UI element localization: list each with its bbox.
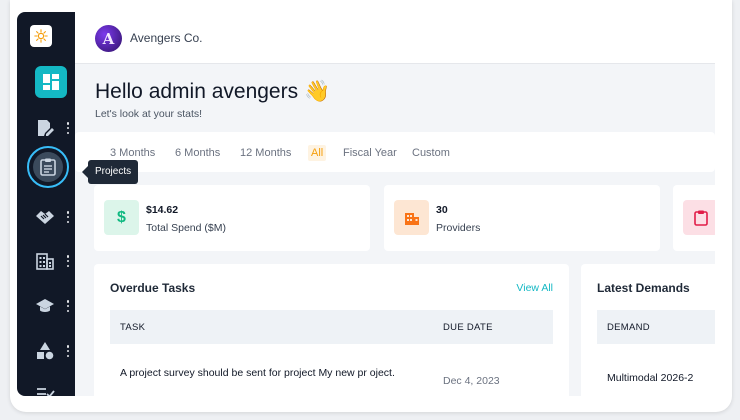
main-content: A Avengers Co. Hello admin avengers 👋 Le…	[75, 12, 715, 396]
sidebar-item-dashboard[interactable]	[35, 66, 67, 98]
sidebar-item-categories[interactable]	[17, 334, 75, 368]
shapes-icon	[37, 342, 54, 360]
more-icon[interactable]	[66, 122, 70, 134]
building-icon	[36, 253, 54, 270]
panel-title: Latest Demands	[597, 281, 690, 295]
latest-demands-panel: Latest Demands DEMAND Multimodal 2026-2	[581, 264, 715, 396]
view-all-link[interactable]: View All	[516, 282, 553, 294]
table-header: DEMAND	[597, 310, 715, 344]
due-date-cell: Dec 4, 2023	[443, 375, 500, 387]
filter-fiscal-year[interactable]: Fiscal Year	[343, 146, 397, 160]
company-avatar[interactable]: A	[95, 25, 122, 52]
app-logo[interactable]	[30, 25, 52, 47]
table-header: TASK DUE DATE	[110, 310, 553, 344]
projects-tooltip: Projects	[81, 160, 139, 184]
company-name: Avengers Co.	[130, 31, 203, 45]
demand-cell: Multimodal 2026-2	[607, 372, 694, 384]
filter-6-months[interactable]: 6 Months	[175, 146, 220, 160]
filter-3-months[interactable]: 3 Months	[110, 146, 155, 160]
clipboard-icon	[40, 158, 56, 176]
filter-12-months[interactable]: 12 Months	[240, 146, 291, 160]
sidebar-item-documents[interactable]	[17, 111, 75, 145]
stat-label: Total Spend ($M)	[146, 222, 226, 234]
more-icon[interactable]	[66, 211, 70, 223]
sidebar-item-checklist[interactable]	[17, 378, 75, 396]
graduation-cap-icon	[36, 299, 54, 312]
more-icon[interactable]	[66, 255, 70, 267]
top-bar: A Avengers Co.	[75, 12, 715, 64]
filter-all[interactable]: All	[308, 145, 327, 161]
page-subtitle: Let's look at your stats!	[95, 108, 203, 120]
dollar-icon: $	[104, 200, 139, 235]
building-icon	[394, 200, 429, 235]
column-header-due-date[interactable]: DUE DATE	[443, 322, 493, 333]
more-icon[interactable]	[66, 300, 70, 312]
panel-title: Overdue Tasks	[110, 281, 196, 295]
sidebar-item-training[interactable]	[17, 289, 75, 323]
sidebar	[17, 12, 75, 396]
clipboard-icon	[683, 200, 715, 235]
stat-value: 30	[436, 204, 448, 216]
sidebar-item-projects[interactable]	[33, 152, 63, 182]
dashboard-icon	[43, 74, 59, 90]
task-cell: A project survey should be sent for proj…	[120, 367, 395, 379]
checklist-icon	[37, 388, 55, 396]
handshake-icon	[36, 211, 54, 224]
overdue-tasks-panel: Overdue Tasks View All TASK DUE DATE A p…	[94, 264, 569, 396]
filter-custom[interactable]: Custom	[412, 146, 450, 160]
stat-card-demands[interactable]	[673, 185, 715, 251]
stat-card-total-spend[interactable]: $ $14.62 Total Spend ($M)	[94, 185, 370, 251]
sidebar-item-providers[interactable]	[17, 244, 75, 278]
stat-card-providers[interactable]: 30 Providers	[384, 185, 660, 251]
sidebar-item-partners[interactable]	[17, 200, 75, 234]
page-title: Hello admin avengers 👋	[95, 80, 331, 103]
column-header-demand[interactable]: DEMAND	[607, 322, 650, 333]
stat-label: Providers	[436, 222, 481, 234]
more-icon[interactable]	[66, 345, 70, 357]
sun-logo-icon	[34, 29, 48, 43]
document-edit-icon	[38, 120, 54, 136]
column-header-task[interactable]: TASK	[120, 322, 145, 333]
time-range-filters: 3 Months 6 Months 12 Months All Fiscal Y…	[75, 132, 715, 172]
stat-value: $14.62	[146, 204, 179, 216]
